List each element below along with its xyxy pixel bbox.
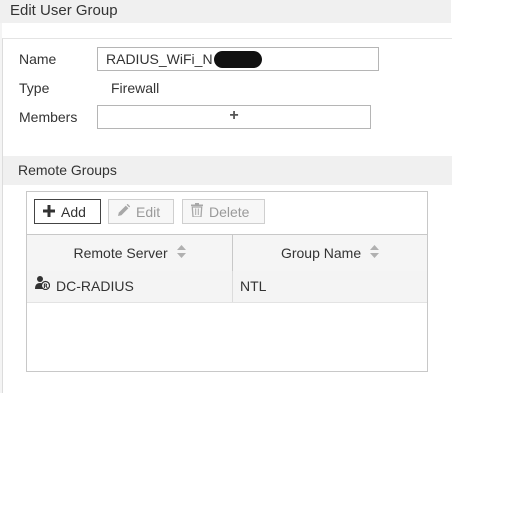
table-header: Remote Server Group Name (27, 234, 427, 272)
add-button-label: Add (61, 204, 86, 220)
column-header-label: Remote Server (73, 245, 168, 261)
type-value: Firewall (111, 80, 160, 96)
add-button[interactable]: Add (34, 199, 101, 224)
form-panel: Name RADIUS_WiFi_N Type Firewall Members… (2, 38, 452, 393)
radius-user-icon: R (35, 270, 51, 301)
svg-text:R: R (43, 283, 48, 290)
remote-server-value: DC-RADIUS (56, 278, 134, 294)
name-input-value: RADIUS_WiFi_N (106, 51, 213, 67)
redacted-mark (214, 51, 262, 68)
cell-group-name: NTL (240, 271, 420, 302)
pencil-icon (117, 200, 131, 225)
sort-icon[interactable] (176, 235, 186, 271)
name-input[interactable]: RADIUS_WiFi_N (97, 47, 379, 71)
dialog-title-bar: Edit User Group (0, 0, 451, 23)
trash-icon (191, 200, 203, 225)
edit-button-label: Edit (136, 204, 161, 220)
delete-button[interactable]: Delete (182, 199, 265, 224)
table-row[interactable]: R DC-RADIUS NTL (27, 271, 427, 303)
column-header-label: Group Name (280, 245, 362, 261)
remote-groups-header: Remote Groups (3, 156, 452, 185)
delete-button-label: Delete (209, 204, 250, 220)
name-label: Name (19, 51, 57, 67)
remote-groups-table-container: Add Edit Delete Remote Server Group Name… (26, 191, 428, 372)
group-name-value: NTL (240, 278, 267, 294)
edit-user-group-page: Edit User Group Name RADIUS_WiFi_N Type … (0, 0, 513, 508)
sort-icon[interactable] (370, 235, 380, 271)
column-header-remote-server[interactable]: Remote Server (27, 235, 233, 271)
dialog-title: Edit User Group (10, 2, 118, 19)
members-label: Members (19, 109, 78, 125)
members-field[interactable]: + (97, 105, 371, 129)
add-member-icon[interactable]: + (98, 107, 370, 125)
cell-remote-server: R DC-RADIUS (35, 271, 232, 302)
column-header-group-name[interactable]: Group Name (233, 235, 427, 271)
column-divider (232, 271, 233, 302)
type-label: Type (19, 80, 50, 96)
edit-button[interactable]: Edit (108, 199, 174, 224)
remote-groups-title: Remote Groups (18, 162, 117, 178)
plus-icon (43, 200, 55, 225)
